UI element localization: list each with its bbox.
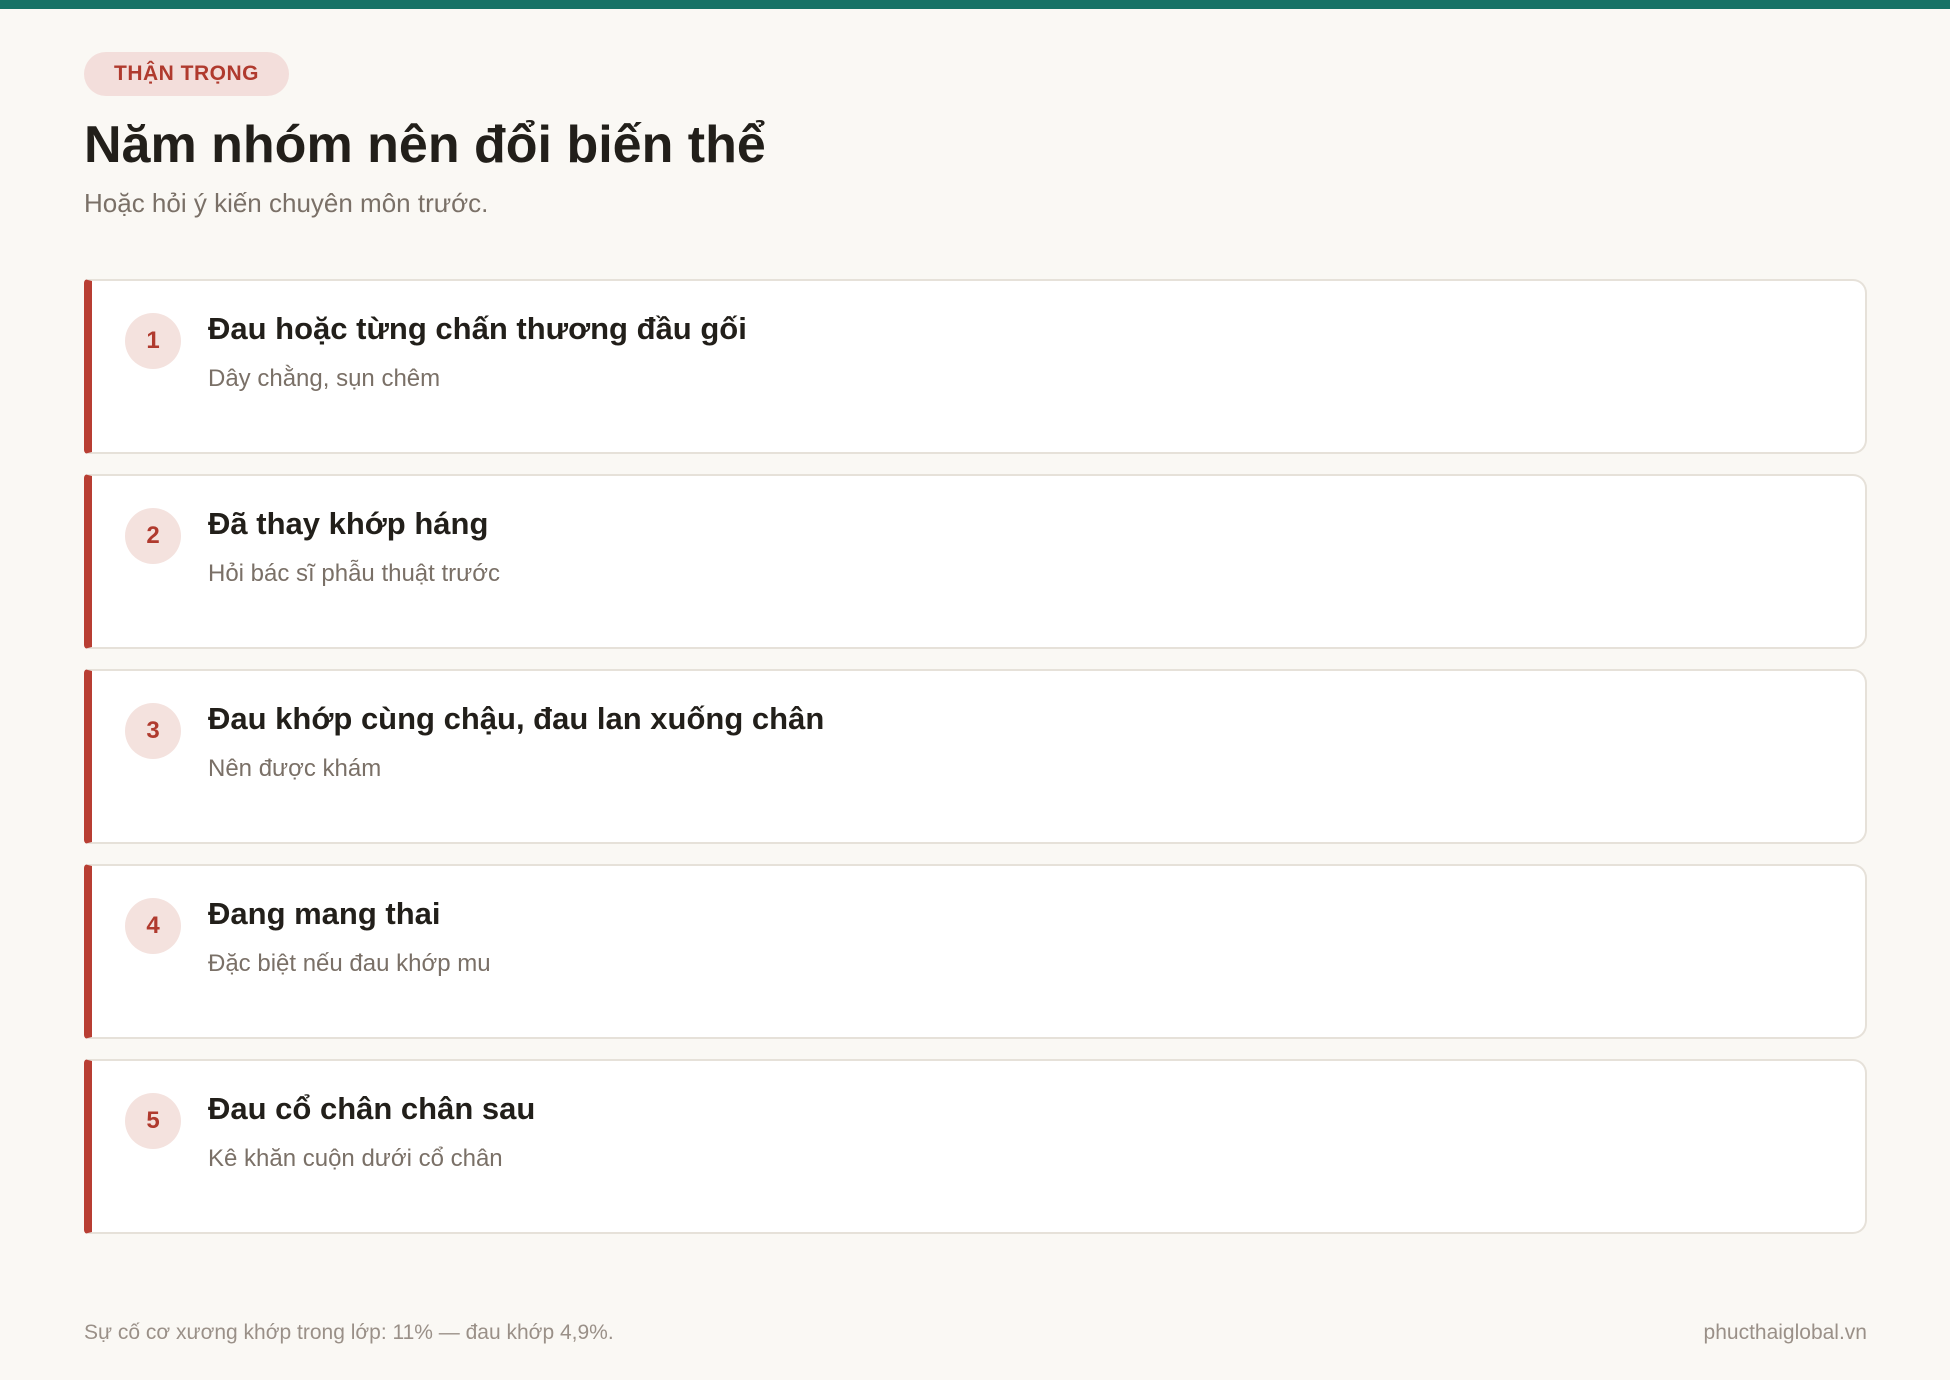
list-item: 5 Đau cổ chân chân sau Kê khăn cuộn dưới… xyxy=(84,1059,1867,1234)
top-accent-bar xyxy=(0,0,1950,9)
footer-domain: phucthaiglobal.vn xyxy=(1703,1321,1867,1344)
footer-note: Sự cố cơ xương khớp trong lớp: 11% — đau… xyxy=(84,1321,614,1344)
item-description: Đặc biệt nếu đau khớp mu xyxy=(208,950,491,977)
item-title: Đau hoặc từng chấn thương đầu gối xyxy=(208,311,747,346)
item-title: Đau cổ chân chân sau xyxy=(208,1091,536,1126)
page-subtitle: Hoặc hỏi ý kiến chuyên môn trước. xyxy=(84,188,489,219)
item-number: 2 xyxy=(125,508,181,564)
page-title: Năm nhóm nên đổi biến thể xyxy=(84,116,766,174)
main-content: THẬN TRỌNG Năm nhóm nên đổi biến thể Hoặ… xyxy=(84,52,1867,1234)
item-number: 3 xyxy=(125,703,181,759)
caution-badge: THẬN TRỌNG xyxy=(84,52,289,96)
caution-list: 1 Đau hoặc từng chấn thương đầu gối Dây … xyxy=(84,279,1867,1254)
item-title: Đau khớp cùng chậu, đau lan xuống chân xyxy=(208,701,825,736)
item-number: 1 xyxy=(125,313,181,369)
list-item: 2 Đã thay khớp háng Hỏi bác sĩ phẫu thuậ… xyxy=(84,474,1867,649)
item-number: 4 xyxy=(125,898,181,954)
list-item: 4 Đang mang thai Đặc biệt nếu đau khớp m… xyxy=(84,864,1867,1039)
item-description: Nên được khám xyxy=(208,755,382,782)
item-title: Đã thay khớp háng xyxy=(208,506,489,541)
list-item: 1 Đau hoặc từng chấn thương đầu gối Dây … xyxy=(84,279,1867,454)
item-description: Hỏi bác sĩ phẫu thuật trước xyxy=(208,560,500,587)
item-number: 5 xyxy=(125,1093,181,1149)
item-description: Kê khăn cuộn dưới cổ chân xyxy=(208,1145,503,1172)
list-item: 3 Đau khớp cùng chậu, đau lan xuống chân… xyxy=(84,669,1867,844)
item-title: Đang mang thai xyxy=(208,896,441,931)
item-description: Dây chằng, sụn chêm xyxy=(208,365,441,392)
